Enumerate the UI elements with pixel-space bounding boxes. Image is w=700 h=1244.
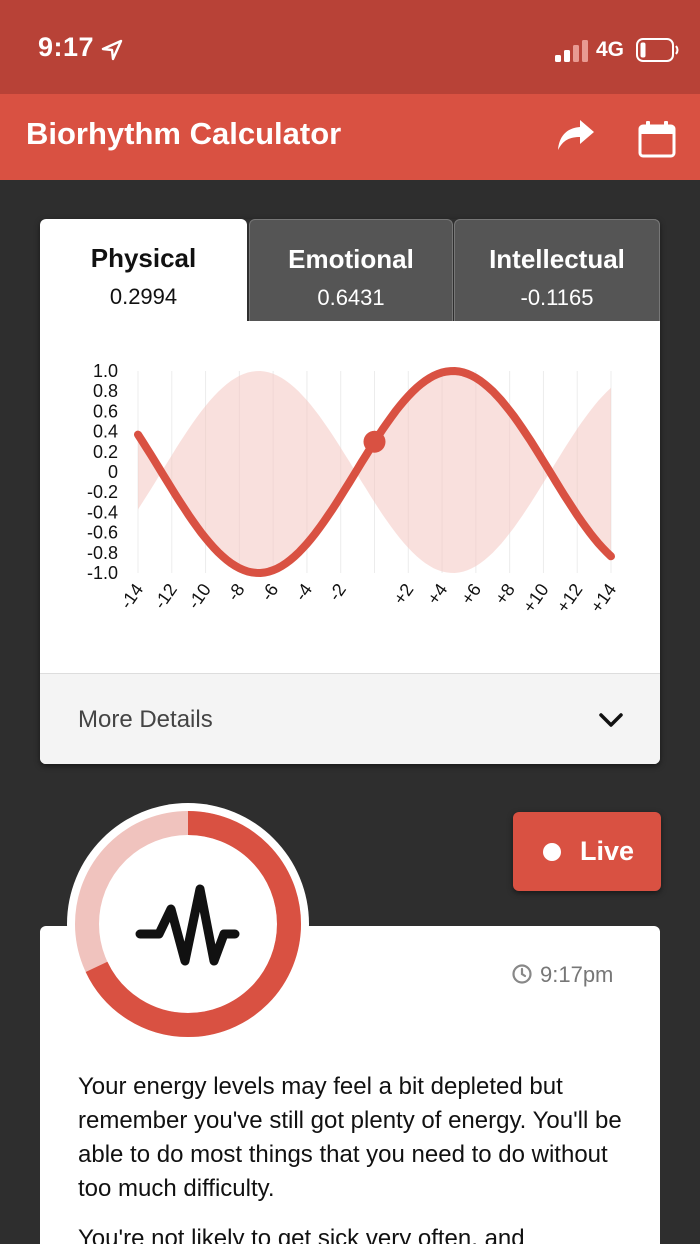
tab-value: 0.6431 bbox=[317, 285, 385, 310]
status-bar: 9:17 4G bbox=[0, 0, 700, 94]
y-tick-label: -1.0 bbox=[87, 563, 118, 583]
x-tick-label: +2 bbox=[389, 580, 417, 608]
clock-icon bbox=[512, 964, 532, 984]
energy-ring bbox=[67, 803, 309, 1045]
app-title: Biorhythm Calculator bbox=[26, 116, 342, 151]
biorhythm-card: Physical 0.2994 Emotional 0.6431 Intelle… bbox=[40, 219, 660, 764]
x-tick-label: +6 bbox=[457, 580, 485, 608]
more-details-toggle[interactable]: More Details bbox=[40, 673, 660, 764]
today-marker bbox=[363, 430, 386, 453]
x-tick-label: -2 bbox=[324, 580, 350, 605]
y-tick-label: 1.0 bbox=[93, 361, 118, 381]
y-tick-label: 0 bbox=[108, 462, 118, 482]
y-tick-label: 0.4 bbox=[93, 422, 118, 442]
battery-icon bbox=[636, 38, 679, 62]
calendar-icon[interactable] bbox=[638, 120, 676, 158]
x-tick-label: -4 bbox=[291, 580, 317, 605]
app-bar: Biorhythm Calculator bbox=[0, 94, 700, 180]
biorhythm-chart: 1.00.80.60.40.20-0.2-0.4-0.6-0.8-1.0-14-… bbox=[87, 361, 620, 616]
x-tick-label: +14 bbox=[586, 580, 620, 616]
tab-intellectual[interactable]: Intellectual -0.1165 bbox=[454, 219, 660, 321]
x-tick-label: -6 bbox=[257, 580, 283, 605]
y-tick-label: 0.8 bbox=[93, 381, 118, 401]
network-label: 4G bbox=[596, 38, 625, 61]
live-button[interactable]: Live bbox=[513, 812, 661, 891]
location-arrow-icon bbox=[101, 39, 123, 61]
y-tick-label: 0.6 bbox=[93, 401, 118, 421]
live-label: Live bbox=[580, 836, 635, 866]
signal-icon bbox=[555, 40, 588, 62]
tab-value: 0.2994 bbox=[109, 284, 178, 309]
tab-label: Intellectual bbox=[489, 244, 625, 274]
more-details-label: More Details bbox=[78, 706, 213, 733]
pulse-icon bbox=[135, 884, 240, 966]
x-tick-label: +10 bbox=[519, 580, 553, 616]
share-icon[interactable] bbox=[556, 118, 596, 154]
tab-value: -0.1165 bbox=[520, 285, 594, 310]
x-tick-label: +12 bbox=[553, 580, 587, 616]
info-paragraph: Your energy levels may feel a bit deplet… bbox=[78, 1073, 622, 1202]
x-tick-label: -12 bbox=[150, 580, 181, 613]
x-tick-label: -10 bbox=[184, 580, 215, 613]
y-tick-label: -0.4 bbox=[87, 502, 118, 522]
chevron-down-icon bbox=[599, 713, 623, 727]
live-dot-icon bbox=[543, 843, 561, 861]
tab-emotional[interactable]: Emotional 0.6431 bbox=[249, 219, 453, 321]
x-tick-label: +8 bbox=[491, 580, 519, 608]
y-tick-label: -0.6 bbox=[87, 523, 118, 543]
info-timestamp: 9:17pm bbox=[540, 962, 614, 987]
x-tick-label: +4 bbox=[423, 580, 451, 608]
tab-label: Emotional bbox=[288, 244, 414, 274]
tab-physical[interactable]: Physical 0.2994 bbox=[40, 219, 247, 321]
x-tick-label: -14 bbox=[116, 580, 147, 613]
y-tick-label: -0.8 bbox=[87, 543, 118, 563]
status-time: 9:17 bbox=[38, 32, 95, 62]
y-tick-label: -0.2 bbox=[87, 482, 118, 502]
cycle-tabs: Physical 0.2994 Emotional 0.6431 Intelle… bbox=[40, 219, 660, 321]
info-paragraph: You're not likely to get sick very often… bbox=[78, 1225, 525, 1244]
y-tick-label: 0.2 bbox=[93, 442, 118, 462]
tab-label: Physical bbox=[90, 243, 197, 273]
x-tick-label: -8 bbox=[223, 580, 249, 605]
